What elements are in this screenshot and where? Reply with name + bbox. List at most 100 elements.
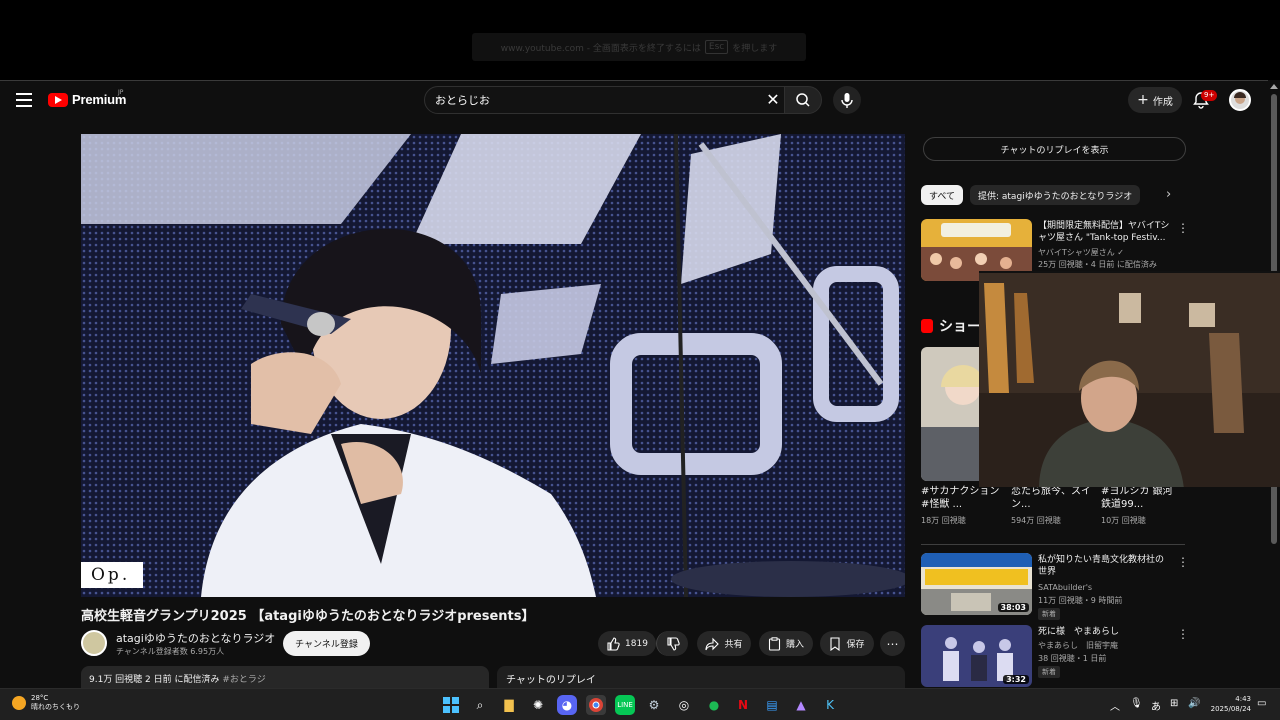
create-button[interactable]: + 作成 bbox=[1128, 87, 1182, 113]
clear-search-icon[interactable]: ✕ bbox=[765, 92, 781, 108]
menu-icon[interactable] bbox=[16, 93, 32, 107]
chip-channel[interactable]: 提供: atagiゆゆうたのおとなりラジオ bbox=[970, 185, 1141, 205]
subscribe-button[interactable]: チャンネル登録 bbox=[283, 631, 370, 656]
more-actions-icon[interactable]: ⋯ bbox=[880, 631, 905, 656]
shorts-icon bbox=[921, 319, 933, 333]
bookmark-icon bbox=[830, 636, 841, 651]
voice-search-button[interactable] bbox=[833, 86, 861, 114]
clock[interactable]: 4:43 2025/08/24 bbox=[1206, 694, 1251, 714]
description-box[interactable]: 9.1万 回視聴 2 日前 に配信済み #おとラジ bbox=[81, 666, 489, 688]
spotify-icon[interactable]: ● bbox=[704, 695, 724, 715]
buy-button[interactable]: 購入 bbox=[759, 631, 813, 656]
app-triangle-icon[interactable]: ▲ bbox=[791, 695, 811, 715]
save-button[interactable]: 保存 bbox=[820, 631, 874, 656]
ime-indicator[interactable]: あ bbox=[1151, 698, 1161, 713]
line-icon[interactable]: LINE bbox=[615, 695, 635, 715]
webcam-overlay bbox=[979, 271, 1280, 487]
chip-all[interactable]: すべて bbox=[921, 185, 964, 205]
logo-region: JP bbox=[118, 89, 124, 96]
taskbar-search-icon[interactable]: ⌕ bbox=[470, 695, 490, 715]
video-duration: 38:03 bbox=[997, 603, 1029, 612]
recommendation-channel: やまあらし 旧留宇庵 bbox=[1038, 641, 1118, 650]
share-icon bbox=[705, 637, 720, 650]
chat-replay-title: チャットのリプレイ bbox=[506, 675, 596, 686]
account-avatar[interactable] bbox=[1229, 89, 1251, 111]
recommendation-title: 【期間限定無料配信】ヤバイTシャツ屋さん "Tank-top Festiv... bbox=[1038, 221, 1170, 243]
share-button[interactable]: 共有 bbox=[697, 631, 751, 656]
steam-icon[interactable]: ⚙ bbox=[644, 695, 664, 715]
network-icon[interactable]: ⊞ bbox=[1170, 698, 1178, 709]
description-views: 9.1万 回視聴 2 日前 に配信済み bbox=[89, 675, 220, 685]
avatar-face-icon bbox=[1234, 92, 1246, 104]
show-chat-replay-button[interactable]: チャットのリプレイを表示 bbox=[923, 137, 1186, 161]
youtube-logo[interactable]: Premium JP bbox=[48, 89, 126, 107]
short-title: #サカナクション #怪獣 ... bbox=[921, 486, 1000, 510]
clock-date: 2025/08/24 bbox=[1210, 705, 1251, 713]
chatgpt-icon[interactable]: ✺ bbox=[528, 695, 548, 715]
file-explorer-icon[interactable]: ▇ bbox=[499, 695, 519, 715]
netflix-icon[interactable]: N bbox=[733, 695, 753, 715]
video-title: 高校生軽音グランプリ2025 【atagiゆゆうたのおとなりラジオpresent… bbox=[81, 609, 535, 624]
esc-key-label: Esc bbox=[704, 40, 729, 54]
recommendation-thumbnail[interactable]: 3:32 bbox=[921, 625, 1032, 687]
start-menu-icon[interactable] bbox=[441, 695, 461, 715]
share-label: 共有 bbox=[724, 640, 743, 650]
weather-widget[interactable]: 28°C 晴れのちくもり bbox=[12, 694, 80, 712]
description-hashtag[interactable]: #おとラジ bbox=[222, 675, 265, 685]
video-player[interactable]: Op. bbox=[81, 134, 905, 597]
tray-chevron-icon[interactable]: ︿ bbox=[1110, 698, 1120, 713]
like-button[interactable]: 1819 bbox=[598, 631, 656, 656]
search-button[interactable] bbox=[784, 86, 822, 114]
subscriber-count: チャンネル登録者数 6.95万人 bbox=[116, 647, 225, 656]
chevron-right-icon[interactable]: › bbox=[1166, 187, 1171, 202]
notification-center-icon[interactable]: ▭ bbox=[1257, 698, 1266, 709]
fullscreen-notice-text: www.youtube.com - 全画面表示を終了するには bbox=[500, 43, 701, 54]
thumbs-down-icon bbox=[666, 636, 680, 651]
scroll-up-icon[interactable] bbox=[1270, 84, 1278, 89]
fullscreen-bar: www.youtube.com - 全画面表示を終了するには Esc を押します bbox=[0, 0, 1280, 80]
recommendation-title: 私が知りたい青島文化教材社の世界 bbox=[1038, 555, 1165, 577]
dislike-button[interactable] bbox=[656, 631, 688, 656]
save-label: 保存 bbox=[846, 640, 865, 650]
clipboard-icon bbox=[768, 636, 781, 651]
short-views: 18万 回視聴 bbox=[921, 516, 966, 525]
thumbs-up-icon bbox=[607, 636, 620, 651]
video-duration: 3:32 bbox=[1003, 675, 1029, 684]
recommendation-channel: SATAbuilder's bbox=[1038, 583, 1093, 592]
tray-mic-icon[interactable]: 🎙 bbox=[1130, 698, 1143, 709]
webcam-image bbox=[979, 273, 1280, 487]
channel-avatar[interactable] bbox=[81, 630, 107, 656]
weather-sun-icon bbox=[12, 696, 26, 710]
weather-text: 晴れのちくもり bbox=[31, 703, 80, 711]
new-badge: 新着 bbox=[1038, 666, 1060, 678]
windows-taskbar: 28°C 晴れのちくもり ⌕ ▇ ✺ ◕ LINE ⚙ ◎ ● N ▤ ▲ K … bbox=[0, 688, 1280, 720]
chip-all-label: すべて bbox=[929, 191, 956, 202]
kebab-menu-icon[interactable]: ⋮ bbox=[1177, 221, 1189, 235]
search-input[interactable] bbox=[435, 91, 755, 109]
chat-replay-panel[interactable]: チャットのリプレイ bbox=[497, 666, 905, 688]
video-overlay-text: Op. bbox=[81, 562, 143, 588]
volume-icon[interactable]: 🔊 bbox=[1188, 698, 1200, 709]
kebab-menu-icon[interactable]: ⋮ bbox=[1177, 555, 1189, 569]
obs-icon[interactable]: ◎ bbox=[674, 695, 694, 715]
video-frame bbox=[81, 134, 905, 597]
app-window-icon[interactable]: ▤ bbox=[762, 695, 782, 715]
recommendation-item[interactable]: 3:32 死に様 やまあらし やまあらし 旧留宇庵 38 回視聴・1 日前 新着… bbox=[921, 625, 1189, 687]
chip-channel-label: 提供: atagiゆゆうたのおとなりラジオ bbox=[978, 191, 1133, 202]
chrome-icon[interactable] bbox=[586, 695, 606, 715]
search-box: ✕ bbox=[424, 86, 786, 114]
app-k-icon[interactable]: K bbox=[820, 695, 840, 715]
fullscreen-notice: www.youtube.com - 全画面表示を終了するには Esc を押します bbox=[472, 33, 806, 61]
recommendation-item[interactable]: 38:03 私が知りたい青島文化教材社の世界 SATAbuilder's 11万… bbox=[921, 553, 1189, 620]
recommendation-meta: 38 回視聴・1 日前 bbox=[1038, 654, 1107, 663]
recommendation-thumbnail[interactable]: 38:03 bbox=[921, 553, 1032, 615]
masthead: Premium JP ✕ + 作成 9+ bbox=[0, 80, 1268, 120]
new-badge: 新着 bbox=[1038, 608, 1060, 620]
youtube-play-icon bbox=[48, 92, 68, 107]
short-views: 594万 回視聴 bbox=[1011, 516, 1061, 525]
channel-name[interactable]: atagiゆゆうたのおとなりラジオ bbox=[116, 630, 275, 646]
show-chat-label: チャットのリプレイを表示 bbox=[1000, 145, 1109, 156]
kebab-menu-icon[interactable]: ⋮ bbox=[1177, 627, 1189, 641]
discord-icon[interactable]: ◕ bbox=[557, 695, 577, 715]
clock-time: 4:43 bbox=[1235, 695, 1251, 703]
